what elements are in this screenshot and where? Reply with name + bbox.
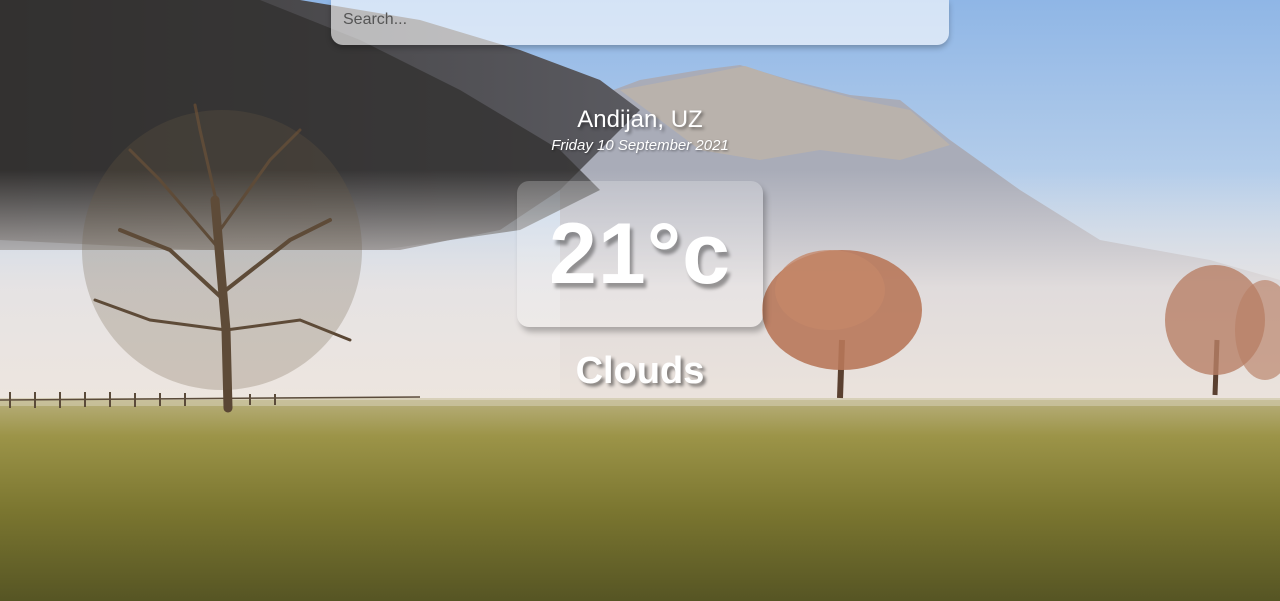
temperature-card: 21°c: [517, 181, 763, 327]
weather-condition: Clouds: [575, 350, 705, 392]
current-date: Friday 10 September 2021: [551, 137, 729, 154]
search-input[interactable]: [331, 0, 949, 45]
temperature-value: 21°c: [549, 205, 731, 302]
location-title: Andijan, UZ: [577, 106, 703, 133]
